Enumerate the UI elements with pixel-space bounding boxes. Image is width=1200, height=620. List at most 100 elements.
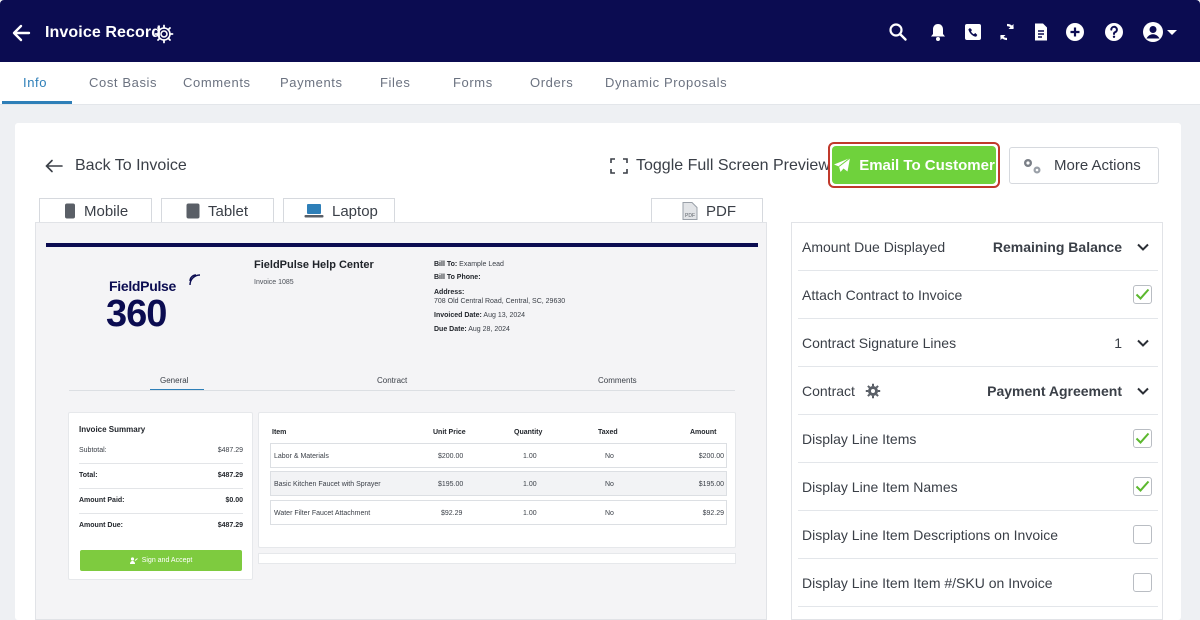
setting-label: Display Line Item Names [802, 479, 958, 495]
item-taxed: No [605, 481, 614, 488]
item-amount: $92.29 [702, 510, 724, 517]
summary-paid-row: Amount Paid: $0.00 [79, 497, 243, 509]
display-line-items-checkbox[interactable] [1133, 429, 1152, 448]
logo-number: 360 [106, 293, 167, 335]
tab-files[interactable]: Files [380, 75, 410, 90]
gear-icon[interactable] [865, 383, 881, 399]
setting-value[interactable]: Remaining Balance [993, 239, 1122, 255]
invoiced-date-value: Aug 13, 2024 [483, 312, 526, 319]
signal-icon [189, 274, 201, 286]
setting-amount-due-displayed: Amount Due Displayed Remaining Balance [798, 223, 1158, 271]
back-arrow-icon[interactable] [10, 22, 32, 44]
user-menu-icon[interactable] [1142, 20, 1180, 44]
summary-divider [79, 463, 243, 464]
tab-comments[interactable]: Comments [183, 75, 251, 90]
setting-label: Display Line Item Descriptions on Invoic… [802, 527, 1059, 543]
company-logo: FieldPulse 360 [106, 273, 206, 339]
summary-total-label: Total: [79, 472, 98, 479]
summary-paid-value: $0.00 [225, 497, 243, 504]
device-tab-label: Mobile [84, 202, 129, 220]
chevron-down-icon[interactable] [1136, 384, 1150, 398]
mobile-icon [65, 203, 75, 219]
preview-active-tab-indicator [150, 389, 204, 390]
summary-subtotal-label: Subtotal: [79, 447, 107, 454]
invoice-summary-title: Invoice Summary [79, 425, 146, 434]
address-label: Address: [434, 289, 465, 296]
address-value: 708 Old Central Road, Central, SC, 29630 [434, 298, 566, 305]
bill-to-label: Bill To: [434, 261, 458, 268]
item-taxed: No [605, 453, 614, 460]
summary-subtotal-value: $487.29 [217, 447, 243, 454]
help-icon[interactable] [1102, 20, 1126, 44]
setting-label: Display Line Item Item #/SKU on Invoice [802, 575, 1053, 591]
summary-total-value: $487.29 [217, 472, 243, 479]
chevron-down-icon[interactable] [1136, 240, 1150, 254]
sync-icon[interactable] [995, 20, 1019, 44]
arrow-left-icon [45, 159, 63, 173]
email-to-customer-button[interactable]: Email To Customer [832, 146, 996, 184]
device-tab-pdf[interactable]: PDF PDF [651, 198, 763, 223]
expand-icon [610, 158, 628, 174]
document-icon[interactable] [1029, 20, 1053, 44]
device-tab-laptop[interactable]: Laptop [283, 198, 395, 223]
invoice-settings-panel: Amount Due Displayed Remaining Balance A… [791, 222, 1163, 620]
active-tab-indicator [2, 101, 72, 104]
invoice-preview: FieldPulse 360 FieldPulse Help Center In… [35, 222, 767, 620]
due-date-value: Aug 28, 2024 [468, 326, 510, 333]
more-actions-button[interactable]: More Actions [1009, 147, 1159, 184]
setting-display-line-items: Display Line Items [798, 415, 1158, 463]
item-amount: $195.00 [698, 481, 724, 488]
svg-text:PDF: PDF [685, 213, 695, 219]
pdf-file-icon: PDF [682, 202, 698, 220]
setting-label: Contract Signature Lines [802, 335, 957, 351]
setting-display-line-item-sku: Display Line Item Item #/SKU on Invoice [798, 559, 1158, 607]
item-taxed: No [605, 510, 614, 517]
record-tabs: Info Cost Basis Comments Payments Files … [0, 62, 1200, 105]
tab-payments[interactable]: Payments [280, 75, 343, 90]
document-header-bar [46, 243, 758, 247]
gear-icon[interactable] [154, 24, 174, 44]
sign-and-accept-button[interactable]: Sign and Accept [80, 550, 242, 571]
display-sku-checkbox[interactable] [1133, 573, 1152, 592]
more-actions-label: More Actions [1054, 157, 1141, 174]
display-descriptions-checkbox[interactable] [1133, 525, 1152, 544]
email-to-customer-label: Email To Customer [859, 156, 995, 174]
tab-orders[interactable]: Orders [530, 75, 573, 90]
device-tab-label: Laptop [332, 202, 378, 220]
item-quantity: 1.00 [523, 481, 537, 488]
setting-contract-signature-lines: Contract Signature Lines 1 [798, 319, 1158, 367]
due-date-label: Due Date: [434, 326, 467, 333]
logo-wordmark: FieldPulse [109, 278, 177, 294]
summary-total-row: Total: $487.29 [79, 472, 243, 484]
bill-phone-label: Bill To Phone: [434, 274, 481, 281]
summary-paid-label: Amount Paid: [79, 497, 125, 504]
preview-tab-contract[interactable]: Contract [377, 376, 407, 385]
item-unit-price: $195.00 [438, 481, 464, 488]
device-tab-mobile[interactable]: Mobile [39, 198, 152, 223]
tab-cost-basis[interactable]: Cost Basis [89, 75, 157, 90]
setting-value[interactable]: Payment Agreement [987, 383, 1122, 399]
checkmark-icon [1135, 288, 1150, 300]
toggle-full-screen-button[interactable]: Toggle Full Screen Preview [610, 155, 830, 177]
setting-display-line-item-names: Display Line Item Names [798, 463, 1158, 511]
setting-value[interactable]: 1 [1114, 335, 1122, 351]
back-to-invoice-link[interactable]: Back To Invoice [45, 155, 187, 177]
chevron-down-icon[interactable] [1136, 336, 1150, 350]
preview-tab-general[interactable]: General [160, 376, 188, 385]
item-name: Water Filter Faucet Attachment [274, 510, 371, 517]
bell-icon[interactable] [926, 20, 950, 44]
summary-due-label: Amount Due: [79, 522, 123, 529]
tab-forms[interactable]: Forms [453, 75, 493, 90]
tab-dynamic-proposals[interactable]: Dynamic Proposals [605, 75, 727, 90]
search-icon[interactable] [886, 20, 910, 44]
preview-tab-comments[interactable]: Comments [598, 376, 637, 385]
summary-due-value: $487.29 [217, 522, 243, 529]
plus-circle-icon[interactable] [1063, 20, 1087, 44]
tab-info[interactable]: Info [23, 75, 47, 90]
display-line-item-names-checkbox[interactable] [1133, 477, 1152, 496]
attach-contract-checkbox[interactable] [1133, 285, 1152, 304]
phone-icon[interactable] [961, 20, 985, 44]
summary-divider [79, 513, 243, 514]
item-unit-price: $200.00 [438, 453, 464, 460]
device-tab-tablet[interactable]: Tablet [161, 198, 274, 223]
